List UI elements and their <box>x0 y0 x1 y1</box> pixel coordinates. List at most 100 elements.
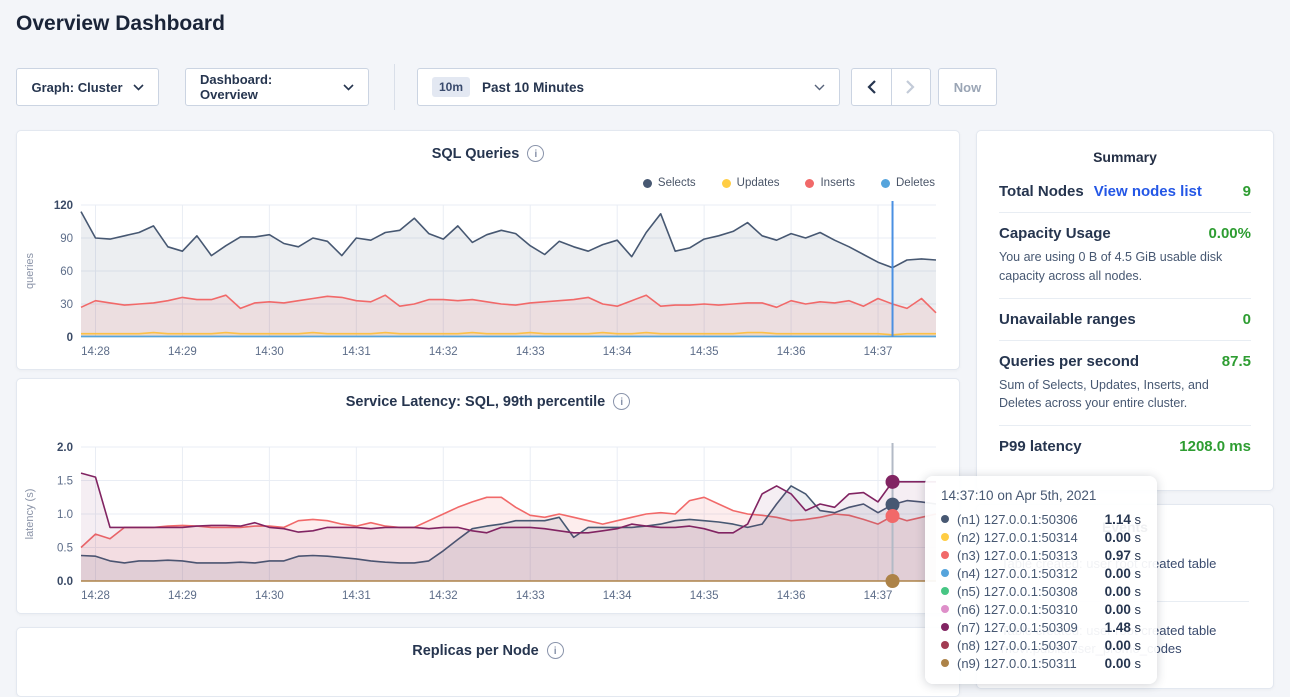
tooltip-node-value: 0.00 s <box>1105 584 1141 599</box>
series-dot <box>941 569 949 577</box>
chevron-down-icon <box>133 84 144 91</box>
view-nodes-list-link[interactable]: View nodes list <box>1094 183 1202 200</box>
svg-text:14:37: 14:37 <box>864 346 893 358</box>
tooltip-row: (n4) 127.0.0.1:503120.00 s <box>941 564 1141 582</box>
legend-label: Inserts <box>820 177 855 189</box>
svg-text:1.5: 1.5 <box>57 476 73 488</box>
unavailable-ranges-value: 0 <box>1243 311 1251 328</box>
legend-item-inserts[interactable]: Inserts <box>805 177 855 189</box>
summary-row-total-nodes: Total Nodes View nodes list 9 <box>999 171 1251 213</box>
tooltip-row: (n5) 127.0.0.1:50308 0.00 s <box>941 582 1141 600</box>
svg-text:14:35: 14:35 <box>690 346 719 358</box>
sql-queries-panel: SQL Queries i Selects Updates Inserts Delet… <box>16 130 960 370</box>
legend-item-deletes[interactable]: Deletes <box>881 177 935 189</box>
tooltip-node-label: (n1) 127.0.0.1:50306 <box>957 512 1078 527</box>
p99-latency-value: 1208.0 ms <box>1179 438 1251 455</box>
tooltip-node-label: (n8) 127.0.0.1:50307 <box>957 638 1078 653</box>
dashboard-selector-dropdown[interactable]: Dashboard: Overview <box>185 68 369 106</box>
legend-item-selects[interactable]: Selects <box>643 177 696 189</box>
series-dot <box>941 587 949 595</box>
svg-text:14:28: 14:28 <box>81 346 110 358</box>
tooltip-node-value: 0.00 s <box>1105 530 1141 545</box>
svg-text:0.5: 0.5 <box>57 543 73 555</box>
info-icon[interactable]: i <box>613 393 630 410</box>
legend-dot <box>643 179 652 188</box>
qps-desc: Sum of Selects, Updates, Inserts, and De… <box>999 376 1251 414</box>
svg-text:2.0: 2.0 <box>57 442 73 454</box>
svg-text:14:33: 14:33 <box>516 590 545 602</box>
graph-selector-dropdown[interactable]: Graph: Cluster <box>16 68 159 106</box>
legend-label: Updates <box>737 177 780 189</box>
graph-selector-label: Graph: Cluster <box>31 80 122 95</box>
summary-row-qps: Queries per second 87.5 Sum of Selects, … <box>999 341 1251 427</box>
latency-chart[interactable]: 0.00.51.01.52.014:2814:2914:3014:3114:32… <box>17 415 960 614</box>
legend-label: Deletes <box>896 177 935 189</box>
series-dot <box>941 533 949 541</box>
summary-title: Summary <box>977 131 1273 171</box>
total-nodes-value: 9 <box>1243 183 1251 200</box>
svg-text:14:30: 14:30 <box>255 590 284 602</box>
tooltip-node-label: (n6) 127.0.0.1:50310 <box>957 602 1078 617</box>
series-dot <box>941 605 949 613</box>
latency-title: Service Latency: SQL, 99th percentile <box>346 394 606 410</box>
tooltip-row: (n9) 127.0.0.1:50311 0.00 s <box>941 654 1141 672</box>
legend-item-updates[interactable]: Updates <box>722 177 780 189</box>
tooltip-row: (n7) 127.0.0.1:503091.48 s <box>941 618 1141 636</box>
time-next-button[interactable] <box>892 69 931 105</box>
chevron-down-icon <box>814 84 825 91</box>
svg-text:14:36: 14:36 <box>777 590 806 602</box>
svg-text:queries: queries <box>24 252 36 289</box>
tooltip-node-value: 0.00 s <box>1105 638 1141 653</box>
legend-dot <box>722 179 731 188</box>
svg-text:14:32: 14:32 <box>429 346 458 358</box>
svg-text:14:33: 14:33 <box>516 346 545 358</box>
svg-text:14:32: 14:32 <box>429 590 458 602</box>
svg-text:14:34: 14:34 <box>603 346 632 358</box>
sql-legend: Selects Updates Inserts Deletes <box>643 177 935 189</box>
svg-text:1.0: 1.0 <box>57 509 73 521</box>
info-icon[interactable]: i <box>547 642 564 659</box>
info-icon[interactable]: i <box>527 145 544 162</box>
unavailable-ranges-label: Unavailable ranges <box>999 311 1136 328</box>
time-pager <box>851 68 931 106</box>
now-button[interactable]: Now <box>938 68 997 106</box>
svg-text:14:35: 14:35 <box>690 590 719 602</box>
qps-label: Queries per second <box>999 353 1139 370</box>
capacity-desc: You are using 0 B of 4.5 GiB usable disk… <box>999 248 1251 286</box>
series-dot <box>941 623 949 631</box>
tooltip-row: (n1) 127.0.0.1:503061.14 s <box>941 510 1141 528</box>
svg-text:14:37: 14:37 <box>864 590 893 602</box>
tooltip-node-label: (n9) 127.0.0.1:50311 <box>957 656 1077 671</box>
svg-text:14:31: 14:31 <box>342 590 371 602</box>
svg-text:0: 0 <box>67 332 73 344</box>
svg-text:14:31: 14:31 <box>342 346 371 358</box>
svg-text:14:36: 14:36 <box>777 346 806 358</box>
time-range-dropdown[interactable]: 10m Past 10 Minutes <box>417 68 840 106</box>
svg-text:60: 60 <box>60 266 73 278</box>
svg-text:0.0: 0.0 <box>57 576 73 588</box>
page-title: Overview Dashboard <box>16 12 225 36</box>
sql-queries-title: SQL Queries <box>432 146 520 162</box>
p99-latency-label: P99 latency <box>999 438 1082 455</box>
qps-value: 87.5 <box>1222 353 1251 370</box>
svg-text:14:34: 14:34 <box>603 590 632 602</box>
replicas-title: Replicas per Node <box>412 643 539 659</box>
tooltip-node-label: (n5) 127.0.0.1:50308 <box>957 584 1078 599</box>
series-dot <box>941 641 949 649</box>
latency-panel: Service Latency: SQL, 99th percentile i … <box>16 378 960 614</box>
summary-panel: Summary Total Nodes View nodes list 9 Ca… <box>976 130 1274 491</box>
time-prev-button[interactable] <box>852 69 892 105</box>
legend-dot <box>881 179 890 188</box>
dashboard-selector-label: Dashboard: Overview <box>200 72 333 102</box>
series-dot <box>941 515 949 523</box>
capacity-value: 0.00% <box>1208 225 1251 242</box>
summary-row-unavailable: Unavailable ranges 0 <box>999 299 1251 341</box>
tooltip-node-value: 0.00 s <box>1105 656 1141 671</box>
controls-divider <box>394 64 395 110</box>
tooltip-node-value: 1.48 s <box>1105 620 1141 635</box>
chart-hover-tooltip: 14:37:10 on Apr 5th, 2021 (n1) 127.0.0.1… <box>925 476 1157 684</box>
tooltip-node-label: (n3) 127.0.0.1:50313 <box>957 548 1078 563</box>
replicas-panel: Replicas per Node i <box>16 627 960 697</box>
svg-text:30: 30 <box>60 299 73 311</box>
sql-queries-chart[interactable]: 030609012014:2814:2914:3014:3114:3214:33… <box>17 197 960 367</box>
